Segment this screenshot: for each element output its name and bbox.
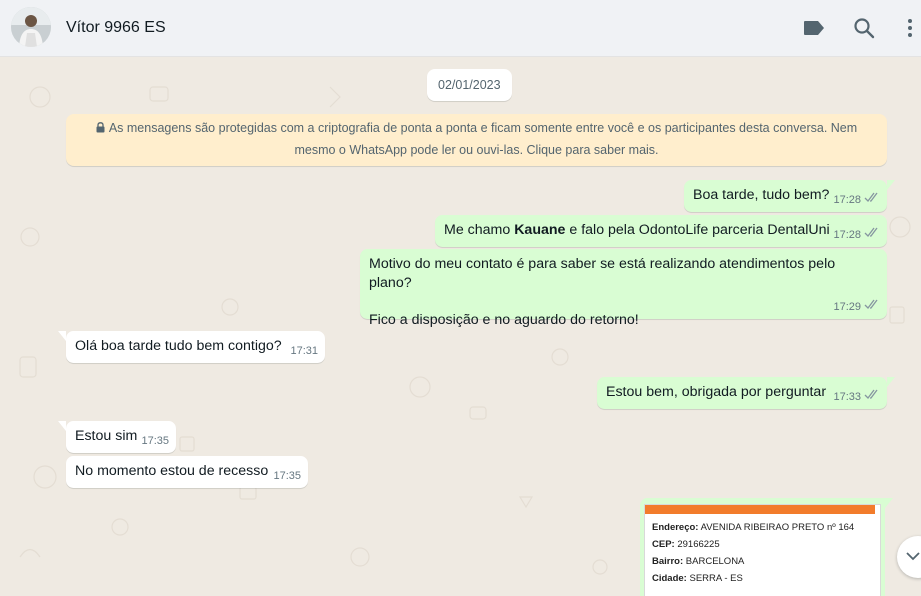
message-time: 17:29	[833, 300, 861, 313]
document-preview[interactable]: Endereço: AVENIDA RIBEIRAO PRETO nº 164 …	[644, 504, 881, 596]
contact-name[interactable]: Vítor 9966 ES	[66, 19, 166, 37]
bubble-tail	[885, 498, 893, 508]
message-list[interactable]: 02/01/2023 As mensagens são protegidas c…	[0, 57, 921, 596]
message-incoming[interactable]: No momento estou de recesso 17:35	[66, 456, 308, 488]
encryption-notice-line2: mesmo o WhatsApp pode ler ou ouvi-las. C…	[294, 143, 659, 157]
search-icon[interactable]	[852, 16, 876, 40]
document-address-line: Endereço: AVENIDA RIBEIRAO PRETO nº 164	[652, 522, 855, 533]
double-check-icon	[864, 389, 880, 405]
message-text-pre: Me chamo	[444, 222, 515, 238]
message-text: Olá boa tarde tudo bem contigo?	[75, 338, 282, 354]
message-time: 17:35	[141, 435, 169, 447]
label-icon[interactable]	[802, 16, 826, 40]
message-text: Boa tarde, tudo bem?	[693, 187, 830, 203]
bubble-tail	[58, 421, 66, 431]
message-time: 17:35	[273, 470, 301, 482]
document-cidade-line: Cidade: SERRA - ES	[652, 573, 743, 584]
double-check-icon	[864, 192, 880, 208]
message-outgoing[interactable]: Boa tarde, tudo bem? 17:28	[684, 180, 895, 212]
menu-icon[interactable]	[902, 16, 918, 40]
date-chip: 02/01/2023	[427, 69, 512, 101]
message-time: 17:31	[290, 345, 318, 357]
message-meta: 17:35	[141, 434, 169, 449]
message-meta: 17:33	[833, 389, 880, 405]
message-time: 17:33	[833, 390, 861, 403]
message-incoming[interactable]: Estou sim 17:35	[58, 421, 176, 453]
chat-header: Vítor 9966 ES	[0, 0, 921, 57]
double-check-icon	[864, 227, 880, 243]
chevron-down-icon	[906, 548, 920, 566]
message-outgoing[interactable]: Motivo do meu contato é para saber se es…	[360, 249, 887, 328]
message-time: 17:28	[833, 193, 861, 206]
message-text-bold: Kauane	[514, 222, 566, 238]
double-check-icon	[864, 299, 880, 315]
bubble-tail	[887, 180, 895, 190]
lock-icon	[96, 119, 105, 140]
message-meta: 17:31	[290, 344, 318, 359]
bubble-tail	[58, 331, 66, 341]
document-header-bar	[645, 505, 875, 514]
message-text: Estou bem, obrigada por perguntar	[606, 384, 827, 400]
message-outgoing[interactable]: Me chamo Kauane e falo pela OdontoLife p…	[435, 215, 887, 247]
message-meta: 17:29	[833, 299, 880, 315]
encryption-notice-line1: As mensagens são protegidas com a cripto…	[108, 121, 858, 135]
document-bairro-line: Bairro: BARCELONA	[652, 556, 745, 567]
encryption-notice[interactable]: As mensagens são protegidas com a cripto…	[66, 114, 887, 166]
message-time: 17:28	[833, 228, 861, 241]
message-text-line2: Fico a disposição e no aguardo do retorn…	[369, 312, 639, 328]
message-text-line1: Motivo do meu contato é para saber se es…	[369, 256, 836, 291]
message-meta: 17:35	[273, 469, 301, 484]
message-meta: 17:28	[833, 192, 880, 208]
message-text: Estou sim	[75, 428, 138, 444]
message-text-post: e falo pela OdontoLife parceria DentalUn…	[565, 222, 830, 238]
message-outgoing[interactable]: Estou bem, obrigada por perguntar 17:33	[597, 377, 895, 409]
bubble-tail	[887, 377, 895, 387]
document-cep-line: CEP: 29166225	[652, 539, 720, 550]
message-meta: 17:28	[833, 227, 880, 243]
message-text: No momento estou de recesso	[75, 463, 269, 479]
contact-avatar[interactable]	[11, 7, 51, 47]
message-incoming[interactable]: Olá boa tarde tudo bem contigo? 17:31	[58, 331, 325, 363]
